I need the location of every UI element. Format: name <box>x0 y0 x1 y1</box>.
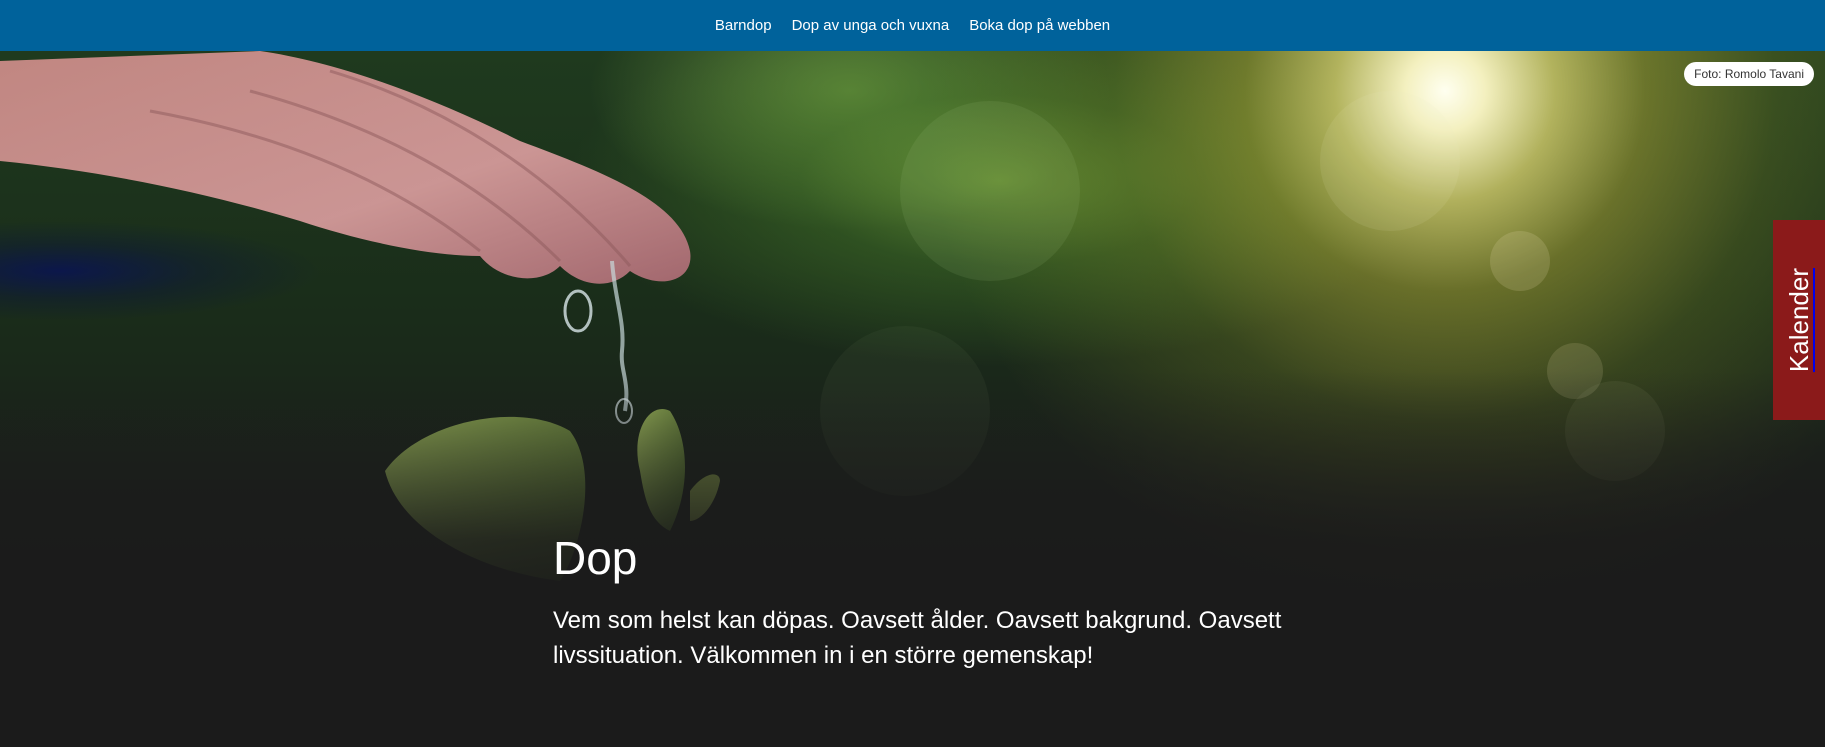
nav-link-boka-dop[interactable]: Boka dop på webben <box>969 13 1110 38</box>
hero-lead-text: Vem som helst kan döpas. Oavsett ålder. … <box>553 607 1282 669</box>
nav-link-dop-av-unga-och-vuxna[interactable]: Dop av unga och vuxna <box>792 13 950 38</box>
page-title: Dop <box>553 532 638 584</box>
top-navigation: Barndop Dop av unga och vuxna Boka dop p… <box>0 0 1825 51</box>
hero-gradient-overlay <box>0 371 1825 631</box>
nav-link-barndop[interactable]: Barndop <box>715 13 772 38</box>
hero-section: Foto: Romolo Tavani Dop Vem som helst ka… <box>0 51 1825 747</box>
calendar-side-tab[interactable]: Kalender <box>1773 220 1825 420</box>
photo-credit-badge: Foto: Romolo Tavani <box>1684 62 1814 86</box>
calendar-side-tab-label: Kalender <box>1783 267 1814 373</box>
